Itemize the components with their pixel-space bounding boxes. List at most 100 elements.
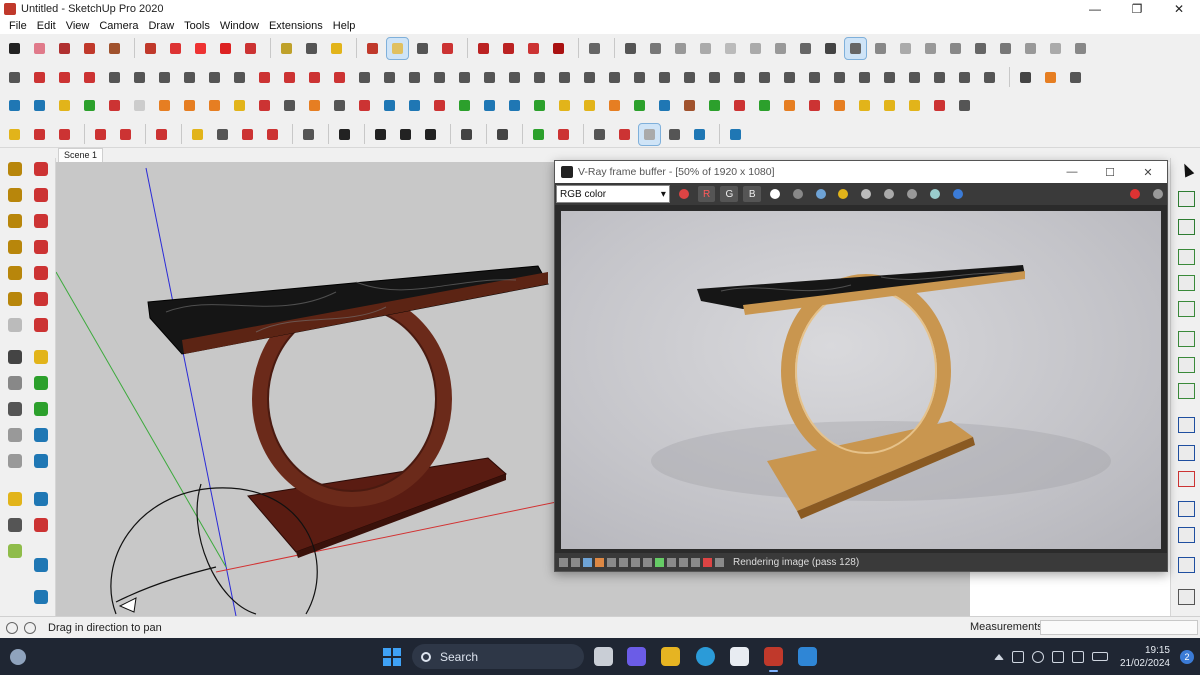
save-icon[interactable]: [812, 186, 830, 202]
color-channels-button[interactable]: [675, 186, 693, 202]
trim-tool-icon[interactable]: [329, 67, 350, 88]
wifi-icon[interactable]: [1051, 650, 1064, 663]
draw-line-icon[interactable]: [90, 124, 111, 145]
shaded-style-icon[interactable]: [745, 38, 766, 59]
points-icon[interactable]: [404, 95, 425, 116]
surface-drawing-icon[interactable]: [479, 67, 500, 88]
select-tool-icon[interactable]: [4, 38, 25, 59]
stripes-icon[interactable]: [4, 450, 26, 472]
pipe-icon[interactable]: [329, 95, 350, 116]
stamp-small-icon[interactable]: [30, 184, 52, 206]
task-view-icon[interactable]: [594, 647, 613, 666]
weld-tool-icon[interactable]: [504, 67, 525, 88]
add-detail-icon[interactable]: [154, 95, 175, 116]
soap-bubble-icon[interactable]: [629, 67, 650, 88]
door-icon[interactable]: [279, 95, 300, 116]
scene-tab-1[interactable]: Scene 1: [58, 148, 104, 162]
sun-icon[interactable]: [4, 262, 26, 284]
status-grid-icon[interactable]: [619, 557, 628, 567]
console-table-model[interactable]: [147, 265, 549, 558]
eraser-tool-icon[interactable]: [29, 38, 50, 59]
globe-panel-icon[interactable]: [1175, 586, 1197, 606]
status-flag-icon[interactable]: [631, 557, 640, 567]
bezier-tool-icon[interactable]: [54, 67, 75, 88]
fredo-select-icon[interactable]: [4, 124, 25, 145]
loft-icon[interactable]: [204, 95, 225, 116]
move-arrows-icon[interactable]: [370, 124, 391, 145]
stamp-icon[interactable]: [104, 95, 125, 116]
artisan-cap-icon[interactable]: [954, 67, 975, 88]
artisan-fold-icon[interactable]: [929, 67, 950, 88]
maximize-button[interactable]: ❐: [1116, 0, 1158, 18]
array-icon[interactable]: [254, 95, 275, 116]
cut-opening-icon[interactable]: [229, 95, 250, 116]
rectangle-tool-icon[interactable]: [104, 38, 125, 59]
panel-icon[interactable]: [854, 95, 875, 116]
frame-icon[interactable]: [879, 95, 900, 116]
curviloft-icon[interactable]: [179, 67, 200, 88]
menu-tools[interactable]: Tools: [179, 20, 215, 32]
plus-green-icon[interactable]: [454, 95, 475, 116]
ball-icon[interactable]: [30, 398, 52, 420]
align-arrows-icon[interactable]: [30, 488, 52, 510]
artisan-subdivide-icon[interactable]: [654, 67, 675, 88]
profile-icon[interactable]: [584, 38, 605, 59]
radial-icon[interactable]: [604, 95, 625, 116]
section-display-icon[interactable]: [645, 38, 666, 59]
sweep-icon[interactable]: [30, 314, 52, 336]
stop-icon[interactable]: [804, 95, 825, 116]
status-lens-icon[interactable]: [607, 557, 616, 567]
tile-icon[interactable]: [479, 95, 500, 116]
mirror-icon[interactable]: [30, 586, 52, 608]
folder-icon[interactable]: [835, 186, 853, 202]
close-button[interactable]: ✕: [1158, 0, 1200, 18]
status-tool-icon[interactable]: [559, 557, 568, 567]
weather-icon[interactable]: [10, 648, 26, 665]
outliner-panel-icon[interactable]: [1175, 272, 1197, 292]
profile-builder-icon[interactable]: [604, 67, 625, 88]
path-icon[interactable]: [379, 95, 400, 116]
notification-badge[interactable]: 2: [1180, 650, 1194, 664]
move-tool-icon[interactable]: [190, 38, 211, 59]
store-icon[interactable]: [730, 647, 749, 666]
sketchup-task-icon[interactable]: [764, 647, 783, 672]
extrude-small-icon[interactable]: [30, 210, 52, 232]
gray-cube-icon[interactable]: [4, 514, 26, 536]
grid-frame-icon[interactable]: [904, 95, 925, 116]
box-cross-icon[interactable]: [212, 124, 233, 145]
bounds-icon[interactable]: [151, 124, 172, 145]
fredo-cross-icon[interactable]: [54, 124, 75, 145]
star-icon[interactable]: [654, 95, 675, 116]
chamfer-tool-icon[interactable]: [279, 67, 300, 88]
zoom-extents-icon[interactable]: [437, 38, 458, 59]
bbox-icon[interactable]: [237, 124, 258, 145]
paint-icon[interactable]: [30, 424, 52, 446]
hidden-line-style-icon[interactable]: [720, 38, 741, 59]
render-teapot-icon[interactable]: [1149, 186, 1167, 202]
sketchy-bevel-icon[interactable]: [429, 67, 450, 88]
grid-icon[interactable]: [504, 95, 525, 116]
stop-render-icon[interactable]: [1126, 186, 1144, 202]
box-icon[interactable]: [679, 95, 700, 116]
interactive-render-icon[interactable]: [870, 38, 891, 59]
scale-tool-icon[interactable]: [240, 38, 261, 59]
fredo-scale-icon[interactable]: [154, 67, 175, 88]
connect-icon[interactable]: [30, 372, 52, 394]
lister-icon[interactable]: [995, 38, 1016, 59]
fillet-small-icon[interactable]: [30, 262, 52, 284]
volume-icon[interactable]: [1071, 650, 1084, 663]
styles-panel-icon[interactable]: [1175, 380, 1197, 400]
materials-panel-icon[interactable]: [1175, 354, 1197, 374]
push-pull-tool-icon[interactable]: [140, 38, 161, 59]
spiral-icon[interactable]: [579, 95, 600, 116]
menu-file[interactable]: File: [4, 20, 32, 32]
battery-icon[interactable]: [1091, 652, 1108, 661]
ring-icon[interactable]: [354, 95, 375, 116]
status-gear-icon[interactable]: [643, 557, 652, 567]
shape-icon[interactable]: [298, 124, 319, 145]
green-channel-button[interactable]: G: [720, 186, 739, 202]
info-icon[interactable]: [24, 621, 36, 634]
vray-minimize-button[interactable]: —: [1053, 161, 1091, 183]
status-globe-icon[interactable]: [583, 557, 592, 567]
minimize-button[interactable]: —: [1074, 0, 1116, 18]
